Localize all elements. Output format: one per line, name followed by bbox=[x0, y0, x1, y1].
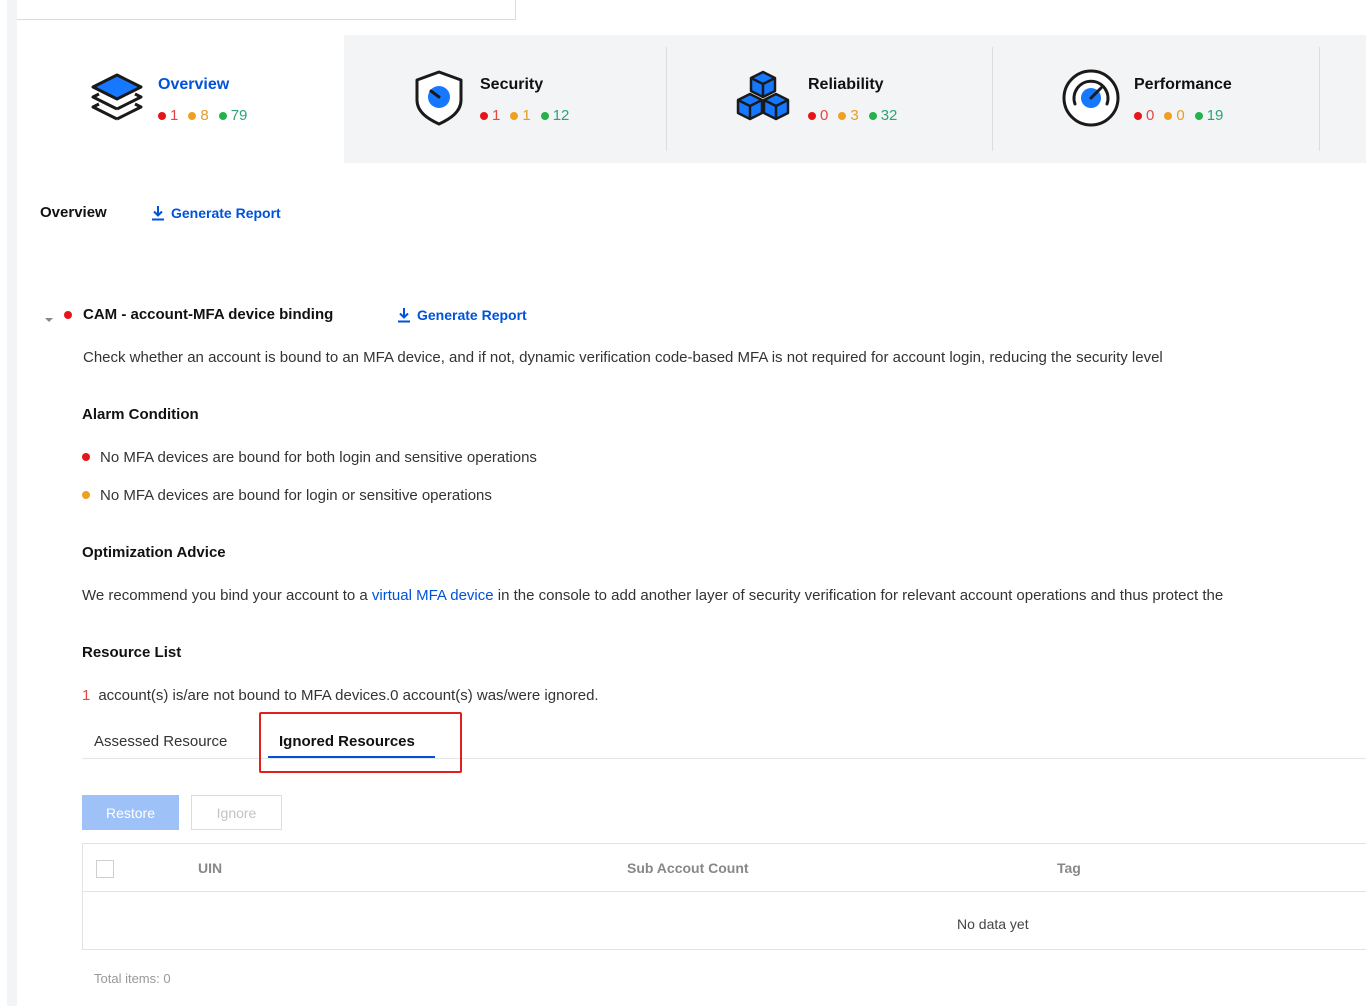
top-search-box[interactable] bbox=[16, 0, 516, 20]
resource-list-title: Resource List bbox=[82, 644, 182, 661]
column-header-uin: UIN bbox=[198, 860, 223, 876]
card-security[interactable]: Security 1 1 12 bbox=[344, 35, 666, 163]
card-counts: 0 0 19 bbox=[1134, 107, 1223, 124]
warning-bullet bbox=[82, 491, 90, 499]
generate-report-label: Generate Report bbox=[417, 307, 527, 323]
passed-count: 12 bbox=[540, 107, 569, 124]
generate-report-link[interactable]: Generate Report bbox=[151, 205, 281, 221]
resource-summary-text: account(s) is/are not bound to MFA devic… bbox=[98, 687, 599, 704]
card-performance[interactable]: Performance 0 0 19 bbox=[993, 35, 1320, 163]
virtual-mfa-device-link[interactable]: virtual MFA device bbox=[372, 587, 494, 604]
shield-icon bbox=[415, 70, 463, 126]
layers-icon bbox=[91, 73, 143, 121]
alarm-text: No MFA devices are bound for both login … bbox=[100, 449, 537, 466]
advice-text: We recommend you bind your account to a bbox=[82, 587, 372, 604]
passed-count: 19 bbox=[1194, 107, 1223, 124]
alarm-condition-critical: No MFA devices are bound for both login … bbox=[82, 449, 537, 466]
gauge-icon bbox=[1062, 69, 1120, 127]
card-title: Reliability bbox=[808, 76, 884, 93]
column-header-tag: Tag bbox=[1057, 860, 1081, 876]
warning-count: 0 bbox=[1164, 107, 1185, 124]
warning-count: 8 bbox=[188, 107, 209, 124]
optimization-advice-text: We recommend you bind your account to a … bbox=[82, 587, 1366, 604]
card-overview[interactable]: Overview 1 8 79 bbox=[17, 35, 344, 163]
passed-count: 79 bbox=[218, 107, 247, 124]
resource-table: UIN Sub Accout Count Tag No data yet bbox=[82, 843, 1366, 950]
column-header-sub-account-count: Sub Accout Count bbox=[627, 860, 749, 876]
warning-count: 1 bbox=[510, 107, 531, 124]
highlight-box bbox=[259, 712, 462, 773]
card-counts: 1 1 12 bbox=[480, 107, 569, 124]
generate-report-label: Generate Report bbox=[171, 205, 281, 221]
card-divider bbox=[1319, 47, 1320, 151]
card-reliability[interactable]: Reliability 0 3 32 bbox=[667, 35, 992, 163]
card-title: Security bbox=[480, 76, 544, 93]
restore-button[interactable]: Restore bbox=[82, 795, 179, 830]
critical-count: 1 bbox=[480, 107, 500, 124]
warning-count: 3 bbox=[838, 107, 859, 124]
cubes-icon bbox=[736, 70, 790, 121]
card-title: Performance bbox=[1134, 76, 1232, 93]
alarm-condition-title: Alarm Condition bbox=[82, 406, 199, 423]
category-cards: Overview 1 8 79 Security 1 1 12 Reliabil… bbox=[17, 35, 1366, 163]
critical-bullet bbox=[82, 453, 90, 461]
check-item-title: CAM - account-MFA device binding bbox=[83, 306, 334, 323]
left-panel-edge bbox=[7, 0, 17, 1006]
critical-status-dot bbox=[64, 311, 72, 319]
tab-assessed-resource[interactable]: Assessed Resource bbox=[94, 733, 227, 750]
select-all-checkbox[interactable] bbox=[96, 860, 114, 878]
card-title: Overview bbox=[158, 76, 230, 93]
overview-label: Overview bbox=[40, 204, 107, 221]
empty-state-text: No data yet bbox=[957, 916, 1029, 932]
ignore-button[interactable]: Ignore bbox=[191, 795, 282, 830]
alarm-text: No MFA devices are bound for login or se… bbox=[100, 487, 492, 504]
unbound-count: 1 bbox=[82, 687, 91, 704]
critical-count: 1 bbox=[158, 107, 178, 124]
resource-summary: 1 account(s) is/are not bound to MFA devi… bbox=[82, 687, 599, 704]
table-header: UIN Sub Accout Count Tag bbox=[83, 844, 1366, 892]
card-counts: 0 3 32 bbox=[808, 107, 897, 124]
collapse-caret-icon[interactable] bbox=[44, 311, 54, 322]
advice-text: in the console to add another layer of s… bbox=[493, 587, 1224, 604]
optimization-advice-title: Optimization Advice bbox=[82, 544, 226, 561]
download-icon bbox=[152, 206, 164, 221]
download-icon bbox=[398, 308, 410, 323]
critical-count: 0 bbox=[808, 107, 828, 124]
critical-count: 0 bbox=[1134, 107, 1154, 124]
item-generate-report-link[interactable]: Generate Report bbox=[397, 307, 527, 323]
total-items: Total items: 0 bbox=[94, 971, 171, 986]
check-description: Check whether an account is bound to an … bbox=[83, 349, 1163, 366]
card-counts: 1 8 79 bbox=[158, 107, 247, 124]
passed-count: 32 bbox=[868, 107, 897, 124]
alarm-condition-warning: No MFA devices are bound for login or se… bbox=[82, 487, 492, 504]
